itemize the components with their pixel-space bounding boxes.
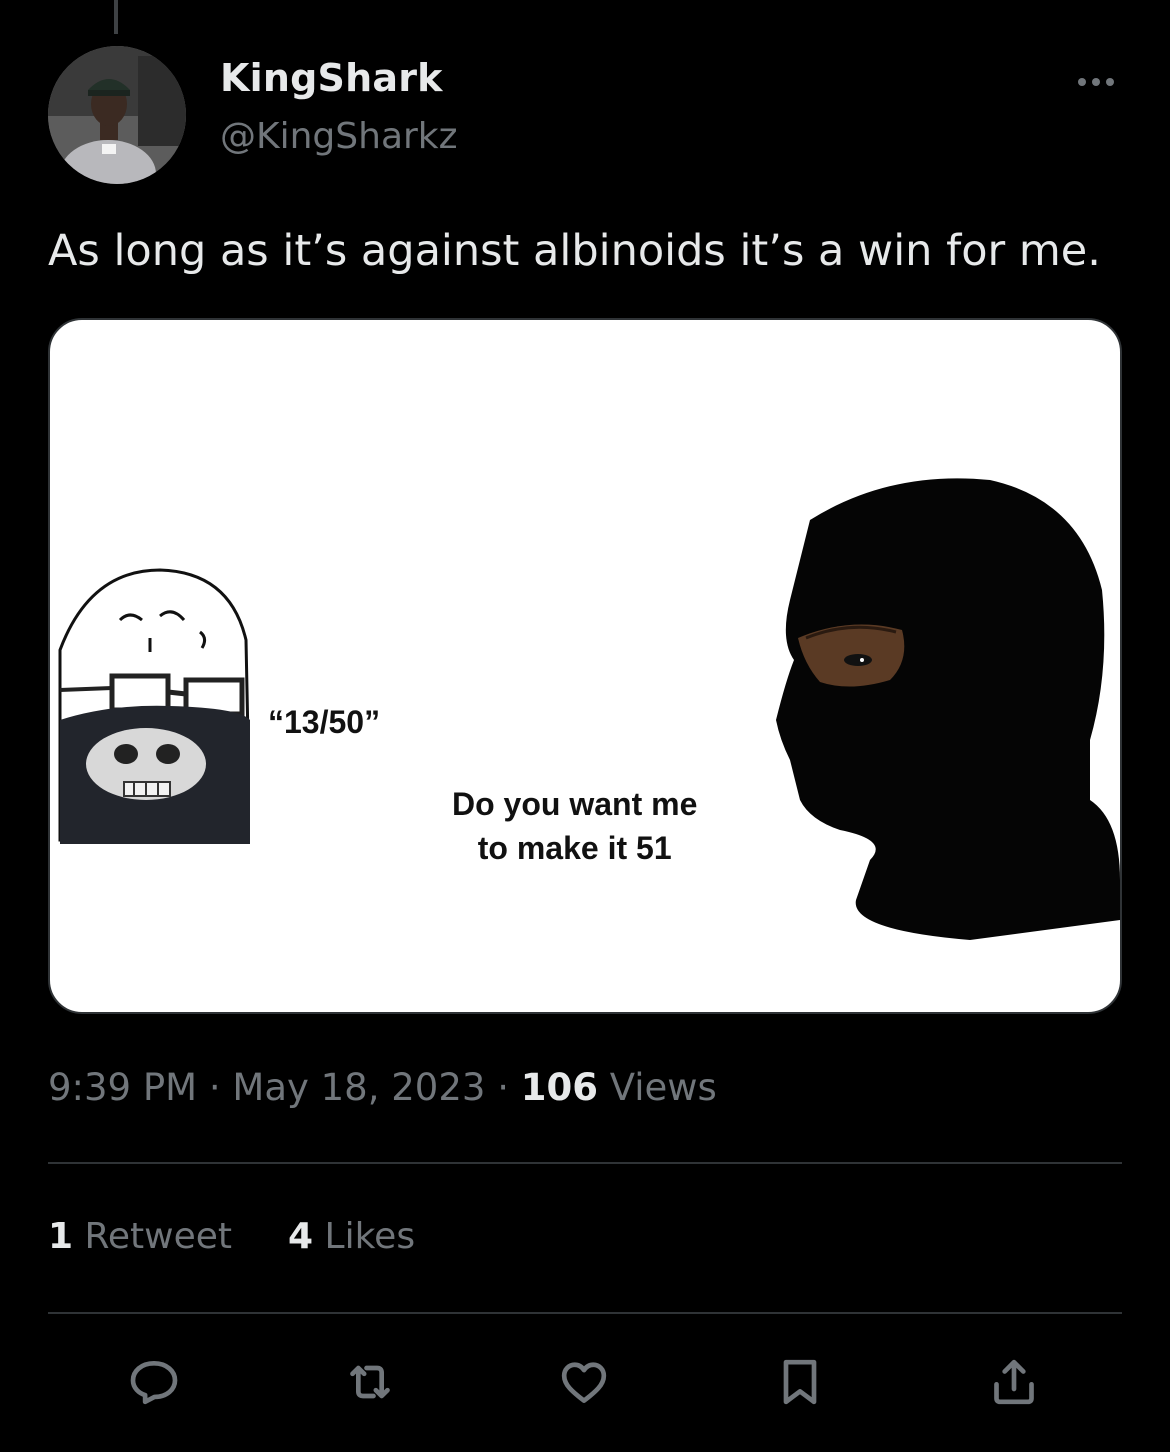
meta-separator: · xyxy=(208,1066,221,1109)
likes-stat[interactable]: 4 Likes xyxy=(288,1216,415,1257)
meta-separator: · xyxy=(497,1066,509,1109)
tweet-media-image[interactable]: “13/50” Do you want me to make it 51 xyxy=(48,318,1122,1014)
tweet-text: As long as it’s against albinoids it’s a… xyxy=(48,226,1101,276)
masked-wojak-figure xyxy=(52,568,256,847)
engagement-stats: 1 Retweet 4 Likes xyxy=(48,1216,471,1257)
meme-caption-right-line1: Do you want me xyxy=(452,786,698,822)
meme-illustration xyxy=(52,478,1120,940)
retweets-label: Retweet xyxy=(84,1216,233,1257)
balaclava-figure xyxy=(776,478,1120,940)
dot xyxy=(1078,78,1086,86)
user-handle[interactable]: @KingSharkz xyxy=(220,116,458,157)
dot xyxy=(1092,78,1100,86)
meme-caption-right-line2: to make it 51 xyxy=(477,830,672,866)
views-label: Views xyxy=(609,1066,717,1109)
bookmark-icon[interactable] xyxy=(770,1352,830,1412)
views-count: 106 xyxy=(520,1066,598,1109)
meme-caption-left: “13/50” xyxy=(268,704,381,740)
heart-icon[interactable] xyxy=(554,1352,614,1412)
tweet-meta: 9:39 PM · May 18, 2023 · 106 Views xyxy=(48,1066,717,1109)
retweets-stat[interactable]: 1 Retweet xyxy=(48,1216,232,1257)
thread-connector-line xyxy=(114,0,118,34)
share-icon[interactable] xyxy=(984,1352,1044,1412)
meme-caption-right: Do you want me to make it 51 xyxy=(452,782,697,870)
avatar-photo xyxy=(48,46,186,184)
tweet-time[interactable]: 9:39 PM xyxy=(48,1066,197,1109)
dot xyxy=(1106,78,1114,86)
likes-count: 4 xyxy=(288,1216,314,1257)
divider xyxy=(48,1162,1122,1164)
likes-label: Likes xyxy=(324,1216,416,1257)
display-name[interactable]: KingShark xyxy=(220,56,443,100)
avatar[interactable] xyxy=(48,46,186,184)
more-options-icon[interactable] xyxy=(1068,62,1124,102)
retweets-count: 1 xyxy=(48,1216,74,1257)
reply-icon[interactable] xyxy=(124,1352,184,1412)
tweet-date[interactable]: May 18, 2023 xyxy=(232,1066,485,1109)
divider xyxy=(48,1312,1122,1314)
retweet-icon[interactable] xyxy=(340,1352,400,1412)
